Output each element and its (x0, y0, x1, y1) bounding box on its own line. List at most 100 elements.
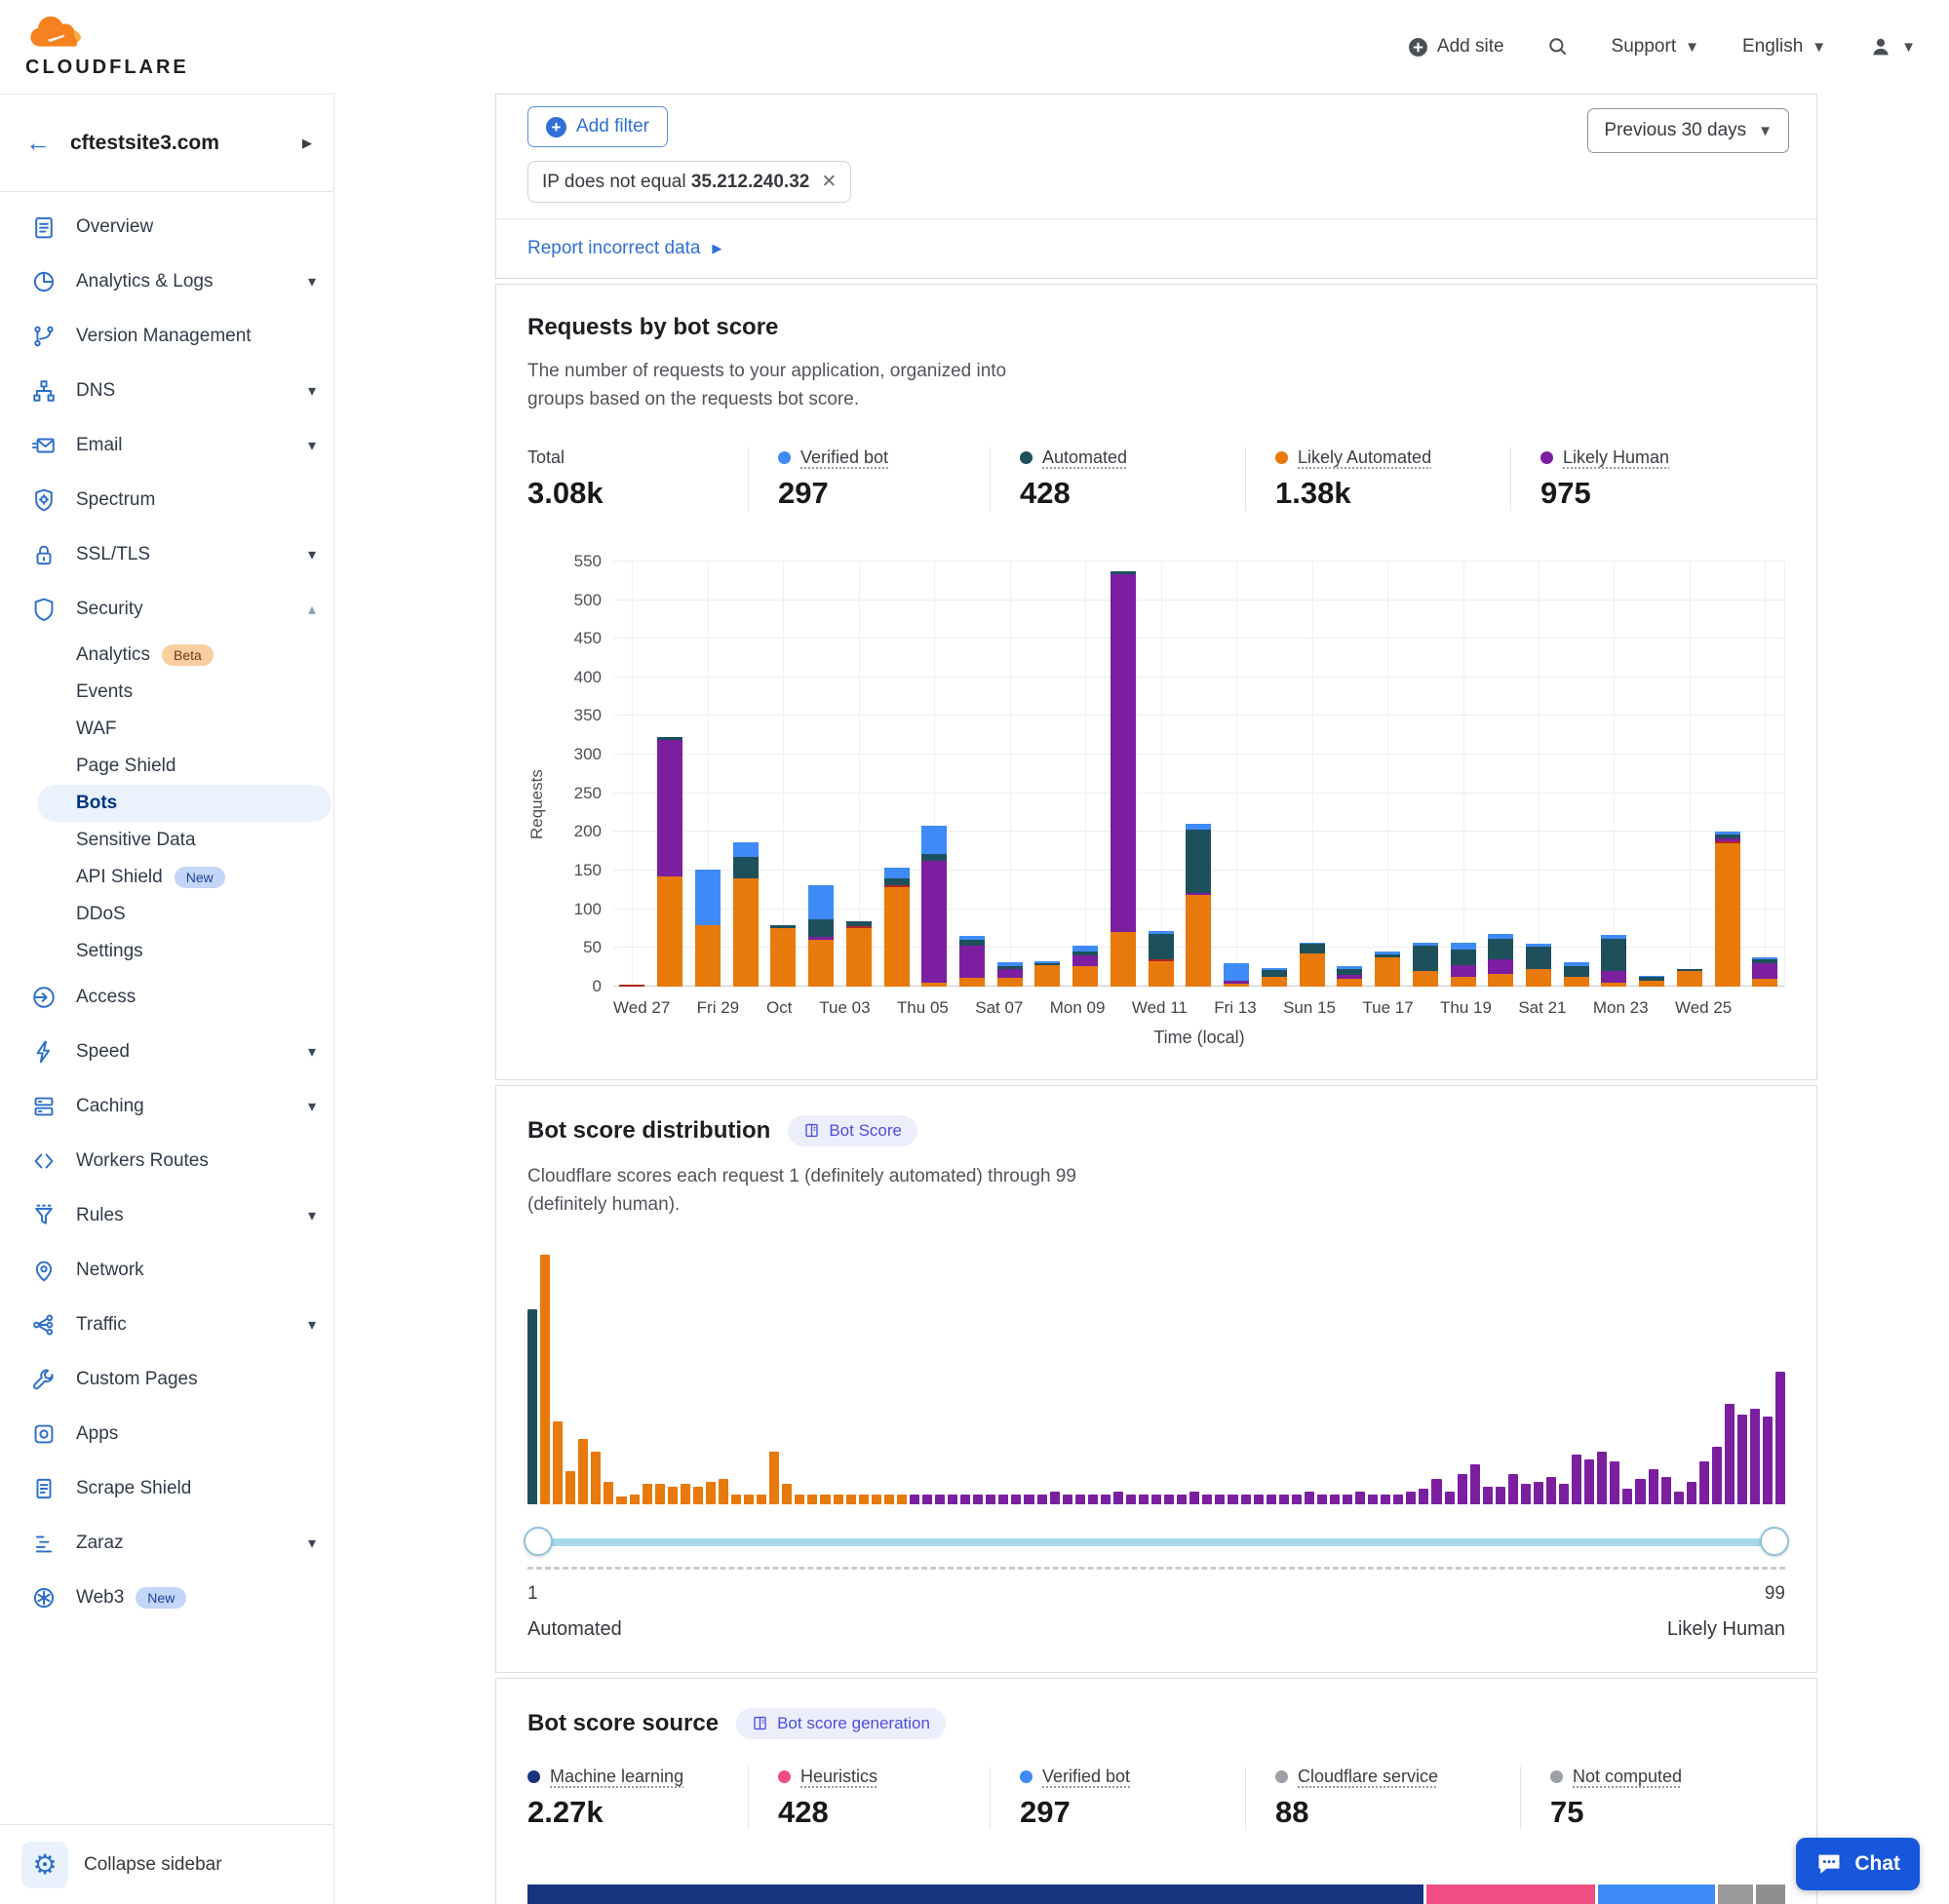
sidebar-item-traffic[interactable]: Traffic▾ (0, 1298, 333, 1352)
stat-label[interactable]: Automated (1042, 447, 1127, 468)
sidebar-item-scrape-shield[interactable]: Scrape Shield (0, 1461, 333, 1516)
slider-handle-max[interactable] (1760, 1527, 1789, 1556)
stat-label[interactable]: Likely Human (1563, 447, 1669, 468)
bar-segment-likely_human (1752, 963, 1777, 979)
report-row: Report incorrect data ▶ (496, 218, 1816, 278)
add-site-button[interactable]: Add site (1408, 36, 1504, 58)
stat-label[interactable]: Not computed (1573, 1767, 1682, 1787)
sidebar-subitem-label: Page Shield (76, 756, 175, 777)
site-switcher-caret-icon[interactable]: ▶ (302, 136, 312, 151)
sidebar-item-apps[interactable]: Apps (0, 1407, 333, 1461)
bot-score-doc-badge[interactable]: Bot Score (788, 1115, 917, 1146)
bar-segment-likely_human (959, 946, 985, 978)
zaraz-icon (31, 1531, 57, 1556)
sidebar-item-sensitive-data[interactable]: Sensitive Data (0, 822, 333, 859)
stat-value: 2.27k (527, 1795, 722, 1830)
sidebar-item-access[interactable]: Access (0, 970, 333, 1025)
sidebar-item-security[interactable]: Security▴ (0, 582, 333, 637)
search-button[interactable] (1547, 36, 1569, 58)
sidebar-nav: OverviewAnalytics & Logs▾Version Managem… (0, 192, 333, 1824)
user-icon (1869, 35, 1892, 58)
histogram-bar-score-80 (1534, 1482, 1543, 1504)
language-menu[interactable]: English ▼ (1742, 36, 1826, 58)
rules-icon (31, 1203, 57, 1228)
report-incorrect-data-link[interactable]: Report incorrect data ▶ (527, 238, 721, 259)
bar-column (1105, 562, 1143, 987)
collapse-sidebar-button[interactable]: Collapse sidebar (84, 1854, 222, 1876)
sidebar-item-version-management[interactable]: Version Management (0, 309, 333, 364)
x-tick-label (1732, 998, 1758, 1018)
sidebar-item-zaraz[interactable]: Zaraz▾ (0, 1516, 333, 1571)
sidebar-item-settings[interactable]: Settings (0, 933, 333, 970)
requests-card-title: Requests by bot score (527, 314, 778, 341)
stat-label[interactable]: Verified bot (800, 447, 888, 468)
x-axis-ticks: Wed 27Fri 29OctTue 03Thu 05Sat 07Mon 09W… (613, 998, 1785, 1018)
histogram-bar-score-43 (1063, 1495, 1072, 1504)
slider-handle-min[interactable] (524, 1527, 553, 1556)
cloudflare-logo[interactable]: CLOUDFLARE (21, 16, 189, 79)
sidebar-item-custom-pages[interactable]: Custom Pages (0, 1352, 333, 1407)
stat-label[interactable]: Verified bot (1042, 1767, 1130, 1787)
histogram-bar-score-38 (998, 1495, 1008, 1504)
sidebar-item-ssl-tls[interactable]: SSL/TLS▾ (0, 527, 333, 582)
x-tick-label (1759, 998, 1785, 1018)
chat-bubble-icon (1815, 1850, 1843, 1878)
sidebar-item-ddos[interactable]: DDoS (0, 896, 333, 933)
sidebar-item-analytics[interactable]: AnalyticsBeta (0, 637, 333, 674)
histogram-bar-score-28 (872, 1495, 881, 1504)
gridline (1387, 562, 1388, 987)
support-menu[interactable]: Support ▼ (1612, 36, 1699, 58)
remove-filter-icon[interactable]: ✕ (821, 171, 837, 193)
sidebar-item-waf[interactable]: WAF (0, 711, 333, 748)
settings-gear-button[interactable]: ⚙ (21, 1842, 68, 1888)
chevron-down-icon: ▼ (1812, 39, 1826, 56)
sidebar-item-label: Zaraz (76, 1533, 289, 1554)
sidebar-item-spectrum[interactable]: Spectrum (0, 473, 333, 527)
sidebar-item-caching[interactable]: Caching▾ (0, 1079, 333, 1134)
back-arrow-icon[interactable]: ← (25, 128, 51, 158)
chat-button[interactable]: Chat (1796, 1838, 1920, 1890)
sidebar-item-page-shield[interactable]: Page Shield (0, 748, 333, 785)
sidebar-item-api-shield[interactable]: API ShieldNew (0, 859, 333, 896)
bar-segment-automated (884, 878, 910, 885)
stat-label[interactable]: Likely Automated (1298, 447, 1431, 468)
bot-score-generation-doc-badge[interactable]: Bot score generation (736, 1708, 946, 1739)
bar-segment-likely_automated (1677, 971, 1702, 987)
bar-segment-heuristics (619, 985, 644, 987)
stat-label[interactable]: Cloudflare service (1298, 1767, 1438, 1787)
histogram-bar-score-22 (795, 1495, 804, 1504)
sidebar-item-workers-routes[interactable]: Workers Routes (0, 1134, 333, 1188)
plus-icon: + (546, 117, 566, 137)
sidebar-item-email[interactable]: Email▾ (0, 418, 333, 473)
sidebar-item-events[interactable]: Events (0, 674, 333, 711)
sidebar-item-overview[interactable]: Overview (0, 200, 333, 254)
histogram-bar-score-70 (1406, 1492, 1416, 1504)
sidebar-item-analytics-logs[interactable]: Analytics & Logs▾ (0, 254, 333, 309)
add-filter-button[interactable]: + Add filter (527, 106, 668, 147)
sidebar-item-rules[interactable]: Rules▾ (0, 1188, 333, 1243)
stacked-bar (1488, 934, 1513, 987)
histogram-bar-score-41 (1037, 1495, 1047, 1504)
histogram-bar-score-36 (973, 1495, 983, 1504)
legend-dot (1275, 451, 1288, 464)
sidebar-item-dns[interactable]: DNS▾ (0, 364, 333, 418)
stat-label[interactable]: Heuristics (800, 1767, 877, 1787)
y-tick-label: 200 (574, 822, 602, 841)
cloudflare-dashboard: CLOUDFLARE Add site Support ▼ English ▼ … (0, 0, 1949, 1904)
date-range-select[interactable]: Previous 30 days ▼ (1587, 108, 1789, 153)
y-tick-label: 150 (574, 861, 602, 880)
sidebar-item-label: Security (76, 599, 289, 620)
sidebar-item-speed[interactable]: Speed▾ (0, 1025, 333, 1079)
slider-caption-row: Automated Likely Human (527, 1618, 1785, 1641)
sidebar-item-web3[interactable]: Web3New (0, 1571, 333, 1625)
source-card-title: Bot score source (527, 1710, 719, 1737)
source-segment-not-computed (1756, 1885, 1785, 1904)
sidebar-item-label: Speed (76, 1041, 289, 1063)
sidebar-item-network[interactable]: Network (0, 1243, 333, 1298)
histogram-bar-score-3 (553, 1421, 563, 1503)
sidebar-item-bots[interactable]: Bots (37, 785, 331, 822)
account-menu[interactable]: ▼ (1869, 35, 1916, 58)
histogram-bar-score-6 (591, 1452, 601, 1504)
stat-label[interactable]: Machine learning (550, 1767, 683, 1787)
bot-score-distribution-card: Bot score distribution Bot Score Cloudfl… (495, 1085, 1817, 1673)
